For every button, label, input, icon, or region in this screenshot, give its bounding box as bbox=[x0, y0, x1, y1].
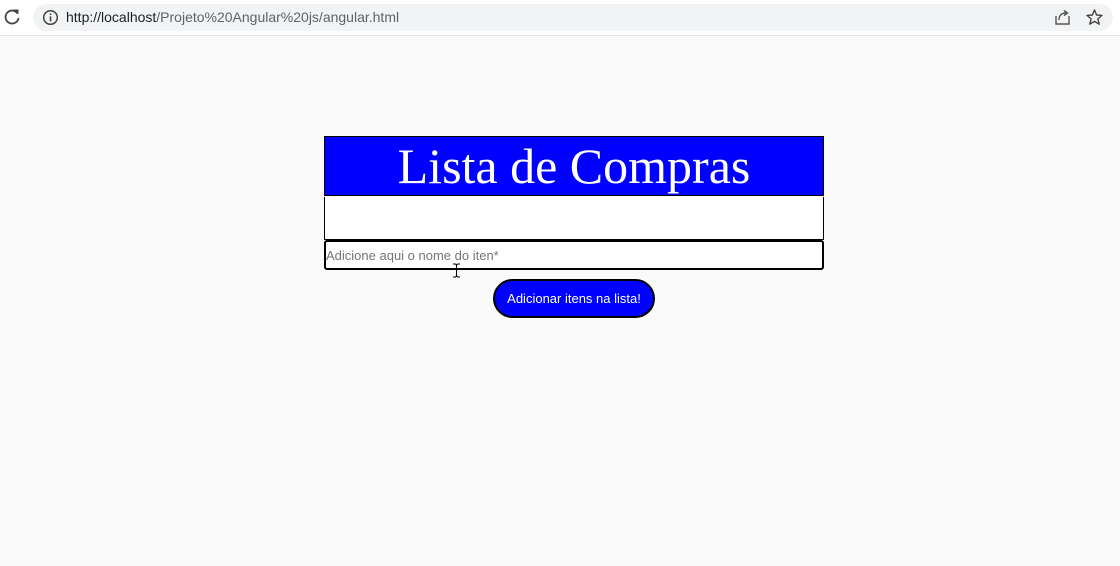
url-host: http://localhost bbox=[66, 9, 157, 25]
add-items-button[interactable]: Adicionar itens na lista! bbox=[493, 279, 655, 318]
info-icon[interactable] bbox=[42, 9, 59, 26]
shopping-list bbox=[324, 197, 824, 240]
share-icon[interactable] bbox=[1053, 8, 1072, 27]
address-bar[interactable]: http://localhost/Projeto%20Angular%20js/… bbox=[33, 4, 1113, 31]
reload-icon[interactable] bbox=[2, 7, 22, 27]
url-text[interactable]: http://localhost/Projeto%20Angular%20js/… bbox=[66, 9, 399, 26]
url-path: /Projeto%20Angular%20js/angular.html bbox=[156, 9, 400, 25]
star-icon[interactable] bbox=[1085, 8, 1104, 27]
page-title: Lista de Compras bbox=[324, 136, 824, 196]
item-name-input[interactable] bbox=[324, 240, 824, 270]
text-cursor-icon bbox=[452, 263, 461, 278]
shopping-list-app: Lista de Compras Adicionar itens na list… bbox=[324, 136, 824, 318]
browser-toolbar: http://localhost/Projeto%20Angular%20js/… bbox=[0, 0, 1120, 36]
